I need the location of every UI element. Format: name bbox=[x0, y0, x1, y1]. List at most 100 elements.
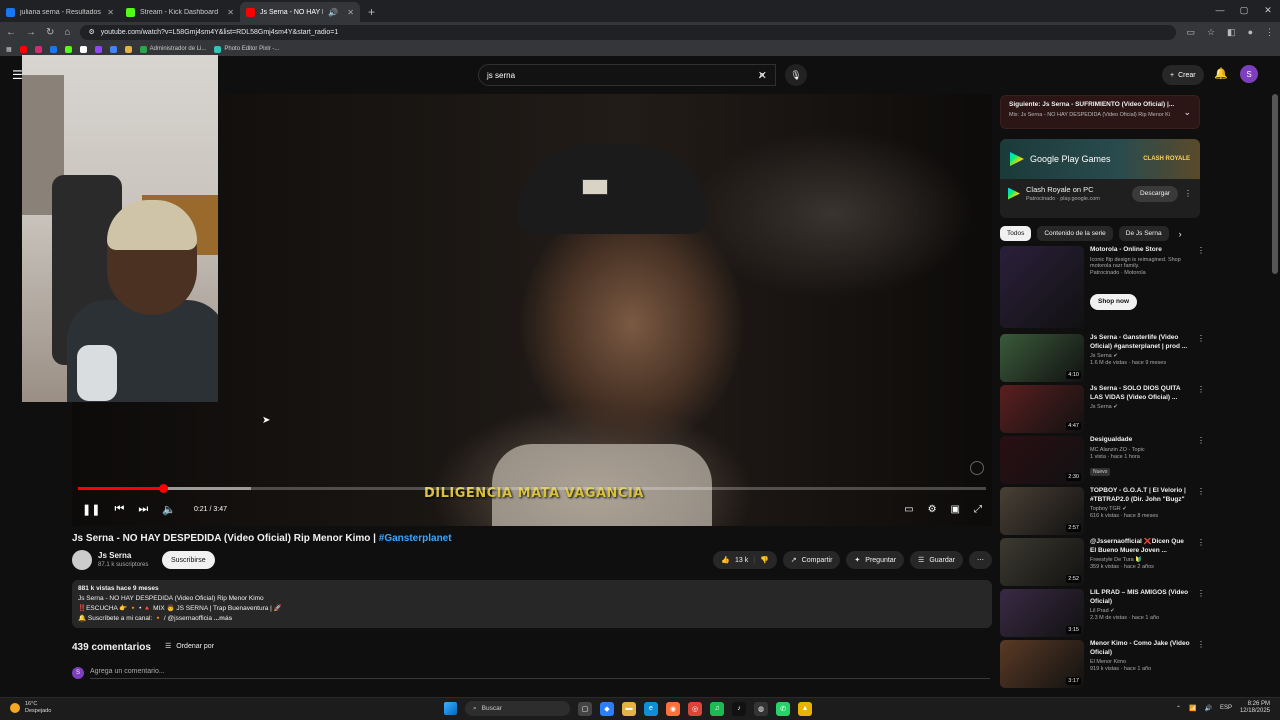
forward-icon[interactable]: → bbox=[26, 27, 36, 38]
bookmark-administrador[interactable]: Administrador de Li... bbox=[139, 45, 206, 53]
url-field[interactable]: ⚙ youtube.com/watch?v=L58Gmj4sm4Y&list=R… bbox=[80, 24, 1177, 40]
bookmark-facebook[interactable] bbox=[49, 45, 57, 53]
description-box[interactable]: 881 k vistas hace 9 meses Js Serna - NO … bbox=[72, 580, 992, 628]
recommendation-title[interactable]: Menor Kimo - Como Jake (Video Oficial) bbox=[1090, 640, 1191, 657]
volume-icon[interactable]: 🔈 bbox=[162, 503, 176, 516]
close-window-icon[interactable]: ✕ bbox=[1256, 0, 1280, 20]
bookmark-star-icon[interactable]: ☆ bbox=[1207, 27, 1215, 38]
more-options-icon[interactable]: ⋮ bbox=[1197, 640, 1205, 688]
recommendation-channel[interactable]: Iconic flip design is reimagined. Shop m… bbox=[1090, 257, 1191, 269]
more-options-icon[interactable]: ⋮ bbox=[1197, 385, 1205, 433]
recommendation-item[interactable]: 4:47 Js Serna - SOLO DIOS QUITA LAS VIDAS… bbox=[1000, 385, 1205, 433]
recommendation-channel[interactable]: Freestyle De Tura 🔰 bbox=[1090, 557, 1191, 563]
wifi-icon[interactable]: 📶 bbox=[1189, 705, 1196, 712]
recommendation-channel[interactable]: Js Serna ✔ bbox=[1090, 353, 1191, 359]
bookmark-instagram[interactable] bbox=[34, 45, 42, 53]
tiktok-icon[interactable]: ♪ bbox=[732, 701, 746, 716]
more-options-icon[interactable]: ⋮ bbox=[1197, 246, 1205, 328]
recommendation-item[interactable]: 3:15 LIL PRAD – MIS AMIGOS (Video Oficial… bbox=[1000, 589, 1205, 637]
channel-avatar[interactable] bbox=[72, 550, 92, 570]
recommendation-channel[interactable]: Lil Prad ✔ bbox=[1090, 608, 1191, 614]
account-avatar[interactable]: S bbox=[1240, 65, 1258, 83]
up-next-panel[interactable]: Siguiente: Js Serna - SUFRIMIENTO (Video… bbox=[1000, 95, 1200, 129]
profile-icon[interactable]: ● bbox=[1248, 27, 1253, 38]
more-options-icon[interactable]: ⋮ bbox=[1197, 538, 1205, 586]
chip-channel[interactable]: De Js Serna bbox=[1118, 226, 1169, 241]
firefox-icon[interactable]: ◉ bbox=[666, 701, 680, 716]
close-tab-icon[interactable]: ✕ bbox=[227, 8, 234, 17]
weather-widget[interactable]: 16°C Despejado bbox=[10, 701, 51, 715]
recommendation-item[interactable]: 4:10 Js Serna - Gansterlife (Video Oficia… bbox=[1000, 334, 1205, 382]
more-menu-icon[interactable]: ⋮ bbox=[1265, 27, 1274, 38]
channel-name[interactable]: Js Serna bbox=[98, 551, 131, 560]
recommendation-item[interactable]: 2:57 TOPBOY - G.O.A.T | El Velorio | #TBT… bbox=[1000, 487, 1205, 535]
apps-icon[interactable]: ▦ bbox=[6, 46, 12, 53]
bookmark-tiktok[interactable] bbox=[79, 45, 87, 53]
sort-comments-button[interactable]: ☰ Ordenar por bbox=[165, 642, 214, 651]
video-thumbnail[interactable]: 4:47 bbox=[1000, 385, 1084, 433]
recommendation-title[interactable]: Js Serna - Gansterlife (Video Oficial) #… bbox=[1090, 334, 1191, 351]
page-scrollbar[interactable] bbox=[1272, 94, 1278, 274]
previous-icon[interactable]: ⏮ bbox=[114, 503, 124, 516]
obs-icon[interactable]: ◍ bbox=[754, 701, 768, 716]
bookmark-folder[interactable] bbox=[124, 45, 132, 53]
comment-input[interactable]: Agrega un comentario... bbox=[90, 668, 990, 679]
captions-icon[interactable]: ▭ bbox=[904, 504, 913, 515]
more-options-icon[interactable]: ⋮ bbox=[1197, 436, 1205, 484]
download-button[interactable]: Descargar bbox=[1132, 185, 1178, 202]
bookmark-kick[interactable] bbox=[64, 45, 72, 53]
show-more-link[interactable]: ...más bbox=[214, 615, 232, 622]
next-icon[interactable]: ⏭ bbox=[138, 503, 148, 516]
recommendation-channel[interactable]: MC Alanzin ZO - Topic bbox=[1090, 447, 1191, 453]
recommendation-title[interactable]: Js Serna - SOLO DIOS QUITA LAS VIDAS (Vi… bbox=[1090, 385, 1191, 402]
copilot-icon[interactable]: ◆ bbox=[600, 701, 614, 716]
bookmark-twitch[interactable] bbox=[94, 45, 102, 53]
video-thumbnail[interactable]: 2:30 bbox=[1000, 436, 1084, 484]
speaker-icon[interactable]: 🔊 bbox=[328, 8, 338, 17]
spotify-icon[interactable]: ♫ bbox=[710, 701, 724, 716]
browser-tab-2[interactable]: Stream - Kick Dashboard ✕ bbox=[120, 2, 240, 22]
taskbar-search[interactable]: ⌕ Buscar bbox=[465, 701, 570, 716]
video-thumbnail[interactable]: 3:17 bbox=[1000, 640, 1084, 688]
video-thumbnail[interactable]: 4:10 bbox=[1000, 334, 1084, 382]
video-thumbnail[interactable]: 3:15 bbox=[1000, 589, 1084, 637]
recommendation-item[interactable]: 2:52 @Jssernaofficial ❌Dicen Que El Bueno… bbox=[1000, 538, 1205, 586]
settings-gear-icon[interactable]: ⚙ bbox=[928, 504, 937, 515]
recommendation-channel[interactable]: El Menor Kimo bbox=[1090, 659, 1191, 665]
edge-icon[interactable]: e bbox=[644, 701, 658, 716]
browser-tab-3[interactable]: Js Serna - NO HAY DESPEDI 🔊 ✕ bbox=[240, 2, 360, 22]
extensions-icon[interactable]: ◧ bbox=[1227, 27, 1236, 38]
microphone-icon[interactable]: 🎙 bbox=[785, 64, 807, 86]
dislike-icon[interactable]: 👎 bbox=[760, 556, 769, 564]
more-options-icon[interactable]: ⋮ bbox=[1197, 487, 1205, 535]
recommendation-channel[interactable]: Js Serna ✔ bbox=[1090, 404, 1191, 410]
back-icon[interactable]: ← bbox=[6, 27, 16, 38]
ad-card[interactable]: Google Play Games CLASH ROYALE Clash Roy… bbox=[1000, 139, 1200, 218]
ad-banner[interactable]: Google Play Games CLASH ROYALE bbox=[1000, 139, 1200, 179]
recommendation-item[interactable]: 3:17 Menor Kimo - Como Jake (Video Oficia… bbox=[1000, 640, 1205, 688]
site-info-icon[interactable]: ⚙ bbox=[88, 28, 94, 36]
video-thumbnail[interactable]: 2:57 bbox=[1000, 487, 1084, 535]
video-thumbnail[interactable]: 2:52 bbox=[1000, 538, 1084, 586]
hashtag-link[interactable]: #Gansterplanet bbox=[379, 533, 452, 544]
video-thumbnail[interactable] bbox=[1000, 246, 1084, 328]
chevron-right-icon[interactable]: › bbox=[1179, 229, 1182, 239]
bookmark-youtube[interactable] bbox=[19, 45, 27, 53]
recommendation-item[interactable]: Motorola - Online Store Iconic flip desig… bbox=[1000, 246, 1205, 328]
chrome-icon[interactable]: ◎ bbox=[688, 701, 702, 716]
speaker-icon[interactable]: 🔊 bbox=[1204, 705, 1211, 712]
tray-chevron-icon[interactable]: ⌃ bbox=[1176, 705, 1181, 712]
windows-start-icon[interactable] bbox=[444, 702, 457, 715]
bookmark-mail[interactable] bbox=[109, 45, 117, 53]
recommendation-item[interactable]: 2:30 Desigualdade MC Alanzin ZO - Topic 1 v… bbox=[1000, 436, 1205, 484]
reload-icon[interactable]: ↻ bbox=[46, 27, 54, 38]
ad-menu-icon[interactable]: ⋮ bbox=[1184, 189, 1192, 198]
more-options-icon[interactable]: ⋮ bbox=[1197, 334, 1205, 382]
ask-button[interactable]: ✦ Preguntar bbox=[846, 551, 905, 569]
recommendation-channel[interactable]: Topboy TGR ✔ bbox=[1090, 506, 1191, 512]
create-button[interactable]: + Crear bbox=[1162, 65, 1204, 85]
maximize-icon[interactable]: ▢ bbox=[1232, 0, 1256, 20]
search-input[interactable]: js serna ✕ bbox=[478, 64, 776, 86]
save-button[interactable]: ☰ Guardar bbox=[910, 551, 963, 569]
fullscreen-icon[interactable]: ⤢ bbox=[974, 504, 982, 515]
